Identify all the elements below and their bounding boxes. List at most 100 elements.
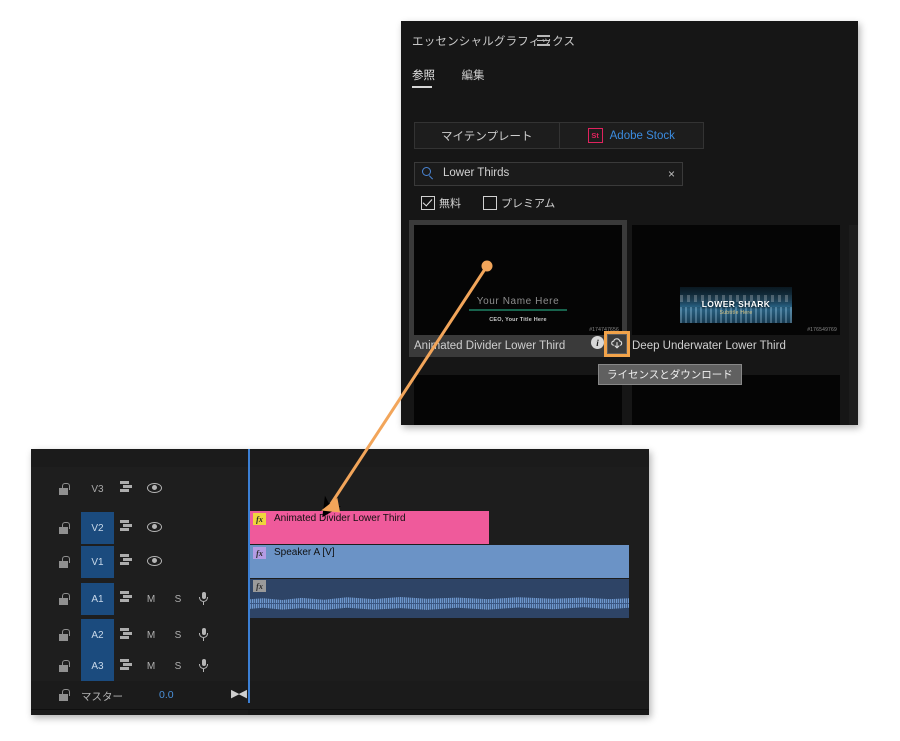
adobe-stock-label: Adobe Stock — [610, 130, 675, 142]
mute-button-a1[interactable]: M — [143, 594, 159, 605]
clip-speaker-a-video[interactable]: fx Speaker A [V] — [248, 545, 629, 578]
track-lane-v1[interactable]: fx Speaker A [V] — [248, 545, 649, 580]
result-title-2: Deep Underwater Lower Third — [632, 340, 786, 352]
result-1-actions: i — [591, 336, 604, 349]
tooltip: ライセンスとダウンロード — [598, 364, 742, 385]
timeline-panel: V3 V2 V1 — [31, 449, 649, 715]
track-lane-master[interactable] — [248, 681, 649, 710]
audio-waveform — [248, 588, 629, 618]
close-icon[interactable]: × — [668, 166, 675, 182]
track-header-v3[interactable]: V3 — [31, 467, 248, 512]
source-toggle-group: マイテンプレート St Adobe Stock — [414, 122, 704, 149]
panel-scrollbar[interactable] — [849, 225, 858, 425]
search-input-value: Lower Thirds — [443, 167, 509, 179]
eye-icon[interactable] — [147, 483, 162, 493]
microphone-icon[interactable] — [199, 592, 208, 605]
preview-title-1: Your Name Here — [414, 296, 622, 307]
track-name-v1[interactable]: V1 — [81, 546, 114, 578]
result-thumbnail-1[interactable]: Your Name Here CEO, Your Title Here #174… — [414, 225, 622, 335]
track-sync-icon[interactable] — [120, 481, 134, 492]
fx-badge: fx — [253, 547, 266, 559]
eye-icon[interactable] — [147, 556, 162, 566]
result-thumbnail-2[interactable]: LOWER SHARK Subtitle Here #176549769 — [632, 225, 840, 335]
track-lane-a2[interactable] — [248, 619, 649, 651]
my-templates-label: マイテンプレート — [441, 128, 532, 144]
hamburger-icon[interactable] — [537, 35, 550, 46]
track-sync-icon[interactable] — [120, 659, 134, 670]
clip-label: Speaker A [V] — [274, 547, 335, 558]
search-input[interactable]: Lower Thirds × — [414, 162, 683, 186]
eye-icon[interactable] — [147, 522, 162, 532]
track-lane-v3[interactable] — [248, 467, 649, 512]
mute-button-a2[interactable]: M — [143, 630, 159, 641]
microphone-icon[interactable] — [199, 659, 208, 672]
track-name-a1[interactable]: A1 — [81, 583, 114, 615]
track-lanes: fx Animated Divider Lower Third fx Speak… — [248, 467, 649, 715]
track-sync-icon[interactable] — [120, 554, 134, 565]
lock-open-icon[interactable] — [58, 689, 69, 701]
result-card-2[interactable]: LOWER SHARK Subtitle Here #176549769 Dee… — [632, 225, 840, 357]
info-icon[interactable]: i — [591, 336, 604, 349]
preview-divider-1 — [469, 309, 567, 311]
lock-open-icon[interactable] — [58, 660, 69, 672]
solo-button-a3[interactable]: S — [170, 661, 186, 672]
lock-open-icon[interactable] — [58, 556, 69, 568]
clip-speaker-a-audio[interactable]: fx — [248, 579, 629, 618]
tab-edit[interactable]: 編集 — [461, 67, 484, 88]
preview-title-2: LOWER SHARK — [680, 299, 792, 309]
filter-free-label: 無料 — [439, 195, 461, 211]
filter-checkboxes: 無料 プレミアム — [421, 195, 577, 211]
track-lane-a1[interactable]: fx — [248, 579, 649, 620]
track-name-a2[interactable]: A2 — [81, 619, 114, 651]
playhead[interactable] — [248, 449, 250, 703]
track-header-a2[interactable]: A2 M S — [31, 619, 248, 651]
track-name-v3[interactable]: V3 — [81, 473, 114, 505]
adobe-stock-icon: St — [588, 128, 603, 143]
lock-open-icon[interactable] — [58, 483, 69, 495]
track-sync-icon[interactable] — [120, 591, 134, 602]
track-sync-icon[interactable] — [120, 628, 134, 639]
checkbox-premium[interactable] — [483, 196, 497, 210]
filter-premium-label: プレミアム — [501, 195, 555, 211]
preview-subtitle-1: CEO, Your Title Here — [414, 317, 622, 323]
panel-tabs: 参照 編集 — [412, 66, 506, 90]
preview-image-2: LOWER SHARK Subtitle Here — [680, 287, 792, 323]
filter-free[interactable]: 無料 — [421, 195, 461, 211]
track-lane-a3[interactable] — [248, 650, 649, 682]
solo-button-a2[interactable]: S — [170, 630, 186, 641]
track-header-master[interactable]: マスター 0.0 ▶◀ — [31, 681, 248, 710]
page-title: エッセンシャルグラフィックス — [412, 33, 575, 49]
search-results-grid: Your Name Here CEO, Your Title Here #174… — [414, 225, 858, 425]
license-and-download-button[interactable] — [607, 334, 627, 354]
track-header-v2[interactable]: V2 — [31, 511, 248, 546]
my-templates-button[interactable]: マイテンプレート — [414, 122, 560, 149]
panel-titlebar: エッセンシャルグラフィックス — [401, 21, 858, 61]
track-header-a1[interactable]: A1 M S — [31, 579, 248, 620]
track-name-v2[interactable]: V2 — [81, 512, 114, 544]
result-caption-2: Deep Underwater Lower Third — [632, 335, 840, 357]
lock-open-icon[interactable] — [58, 629, 69, 641]
track-header-v1[interactable]: V1 — [31, 545, 248, 580]
timeline-ruler[interactable] — [31, 449, 649, 468]
solo-button-a1[interactable]: S — [170, 594, 186, 605]
track-sync-icon[interactable] — [120, 520, 134, 531]
mute-button-a3[interactable]: M — [143, 661, 159, 672]
screenshot-root: エッセンシャルグラフィックス 参照 編集 マイテンプレート St Adobe S… — [0, 0, 900, 741]
track-name-a3[interactable]: A3 — [81, 650, 114, 682]
master-volume-value[interactable]: 0.0 — [159, 689, 174, 701]
track-lane-v2[interactable]: fx Animated Divider Lower Third — [248, 511, 649, 546]
clip-animated-divider[interactable]: fx Animated Divider Lower Third — [248, 511, 489, 544]
fx-badge: fx — [253, 580, 266, 592]
filter-premium[interactable]: プレミアム — [483, 195, 555, 211]
lock-open-icon[interactable] — [58, 593, 69, 605]
adobe-stock-button[interactable]: St Adobe Stock — [560, 122, 705, 149]
audio-meter-icon[interactable]: ▶◀ — [231, 687, 246, 700]
checkbox-free[interactable] — [421, 196, 435, 210]
search-icon — [422, 167, 435, 180]
result-thumbnail-3[interactable] — [414, 375, 622, 425]
lock-open-icon[interactable] — [58, 522, 69, 534]
tab-browse[interactable]: 参照 — [412, 67, 435, 88]
track-header-a3[interactable]: A3 M S — [31, 650, 248, 682]
master-label: マスター — [81, 689, 123, 704]
microphone-icon[interactable] — [199, 628, 208, 641]
